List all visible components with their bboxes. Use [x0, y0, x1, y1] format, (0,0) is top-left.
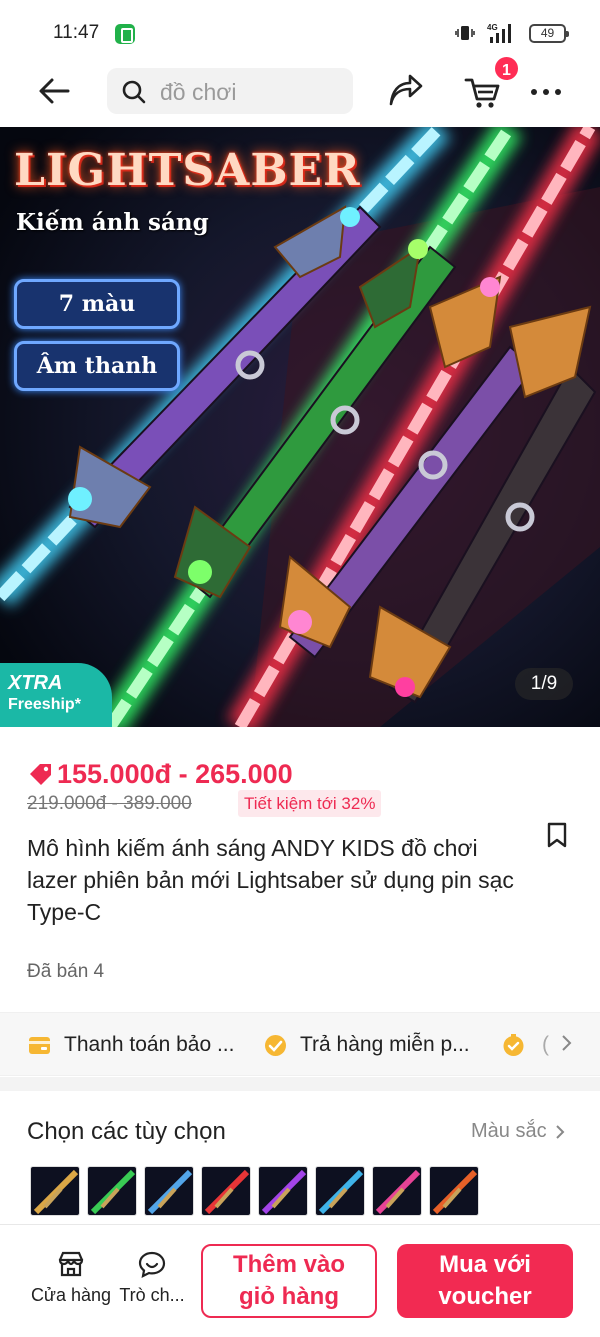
buy-with-voucher-button[interactable]: Mua với voucher	[397, 1244, 573, 1318]
options-title: Chọn các tùy chọn	[27, 1118, 226, 1145]
add-to-cart-button[interactable]: Thêm vào giỏ hàng	[201, 1244, 377, 1318]
bookmark-icon[interactable]	[545, 821, 569, 849]
vibrate-icon	[455, 26, 475, 40]
xtra-freeship-badge: XTRA Freeship*	[0, 663, 112, 727]
lightsaber-thumbnail-image	[373, 1167, 421, 1215]
buy-line1: Mua với	[439, 1251, 531, 1278]
benefit-label: Trả hàng miễn p...	[300, 1033, 470, 1056]
more-options-icon[interactable]	[528, 82, 564, 102]
lightsaber-thumbnail-image	[145, 1167, 193, 1215]
chat-icon	[138, 1251, 166, 1278]
app-notification-icon	[115, 24, 135, 44]
lightsaber-thumbnail-image	[202, 1167, 250, 1215]
status-time: 11:47	[53, 22, 100, 43]
lightsaber-thumbnail-image	[430, 1167, 478, 1215]
options-color-link[interactable]: Màu sắc	[471, 1120, 565, 1143]
option-thumbnail[interactable]	[144, 1166, 194, 1216]
price-row: 155.000đ - 265.000	[27, 757, 293, 791]
status-bar: 11:47 4G 49	[0, 0, 600, 62]
chat-label: Trò ch...	[119, 1285, 185, 1305]
image-tag-sound: Âm thanh	[14, 341, 180, 391]
lightsaber-thumbnail-image	[88, 1167, 136, 1215]
options-link-label: Màu sắc	[471, 1120, 547, 1142]
image-tag-colors: 7 màu	[14, 279, 180, 329]
share-icon[interactable]	[387, 74, 425, 110]
buy-line2: voucher	[438, 1283, 532, 1310]
option-thumbnail[interactable]	[315, 1166, 365, 1216]
section-divider	[0, 1077, 600, 1091]
signal-icon: 4G	[487, 23, 511, 43]
benefit-label: (	[542, 1033, 549, 1056]
chevron-right-icon	[555, 1124, 565, 1139]
chevron-right-icon[interactable]	[560, 1033, 574, 1053]
option-thumbnail[interactable]	[87, 1166, 137, 1216]
saving-badge: Tiết kiệm tới 32%	[238, 790, 382, 817]
wallet-icon	[29, 1036, 50, 1054]
return-badge-icon	[265, 1034, 286, 1056]
benefit-secure-payment[interactable]: Thanh toán bảo ...	[27, 1030, 234, 1060]
option-thumbnails	[30, 1166, 479, 1216]
store-icon	[58, 1251, 84, 1277]
svg-text:4G: 4G	[487, 23, 498, 32]
benefit-label: Thanh toán bảo ...	[64, 1033, 235, 1056]
benefits-strip[interactable]: Thanh toán bảo ... Trả hàng miễn p... (	[0, 1012, 600, 1076]
search-placeholder: đồ chơi	[160, 79, 237, 105]
store-label: Cửa hàng	[30, 1285, 112, 1305]
sold-count: Đã bán 4	[27, 961, 105, 982]
image-headline: LIGHTSABER	[14, 145, 361, 196]
store-button[interactable]: Cửa hàng	[25, 1249, 117, 1306]
bottom-action-bar: Cửa hàng Trò ch... Thêm vào giỏ hàng Mua …	[0, 1224, 600, 1337]
back-arrow-icon[interactable]	[34, 74, 74, 108]
image-subtitle: Kiếm ánh sáng	[16, 209, 209, 236]
add-to-cart-line2: giỏ hàng	[239, 1283, 339, 1310]
product-image-carousel[interactable]: LIGHTSABER Kiếm ánh sáng 7 màu Âm thanh …	[0, 127, 600, 727]
benefit-coin[interactable]: (	[501, 1030, 549, 1060]
original-price: 219.000đ - 389.000	[27, 793, 192, 814]
search-icon	[122, 80, 146, 104]
search-input[interactable]: đồ chơi	[107, 68, 353, 114]
voucher-tag-icon	[30, 764, 51, 785]
lightsaber-thumbnail-image	[259, 1167, 307, 1215]
option-thumbnail[interactable]	[201, 1166, 251, 1216]
coin-icon	[503, 1033, 524, 1056]
price-range: 155.000đ - 265.000	[57, 758, 293, 789]
option-thumbnail[interactable]	[30, 1166, 80, 1216]
chat-button[interactable]: Trò ch...	[116, 1249, 188, 1306]
option-thumbnail[interactable]	[258, 1166, 308, 1216]
option-thumbnail[interactable]	[372, 1166, 422, 1216]
add-to-cart-line1: Thêm vào	[232, 1251, 346, 1278]
xtra-label: XTRA	[8, 672, 63, 694]
lightsaber-thumbnail-image	[316, 1167, 364, 1215]
status-icons: 4G 49	[455, 20, 569, 46]
benefit-free-return[interactable]: Trả hàng miễn p...	[263, 1030, 470, 1060]
freeship-label: Freeship*	[8, 696, 81, 713]
battery-icon: 49	[529, 23, 569, 43]
lightsaber-thumbnail-image	[31, 1167, 79, 1215]
product-title: Mô hình kiếm ánh sáng ANDY KIDS đồ chơi …	[27, 835, 514, 925]
option-thumbnail[interactable]	[429, 1166, 479, 1216]
image-counter: 1/9	[515, 668, 573, 700]
cart-count-badge: 1	[493, 55, 520, 82]
